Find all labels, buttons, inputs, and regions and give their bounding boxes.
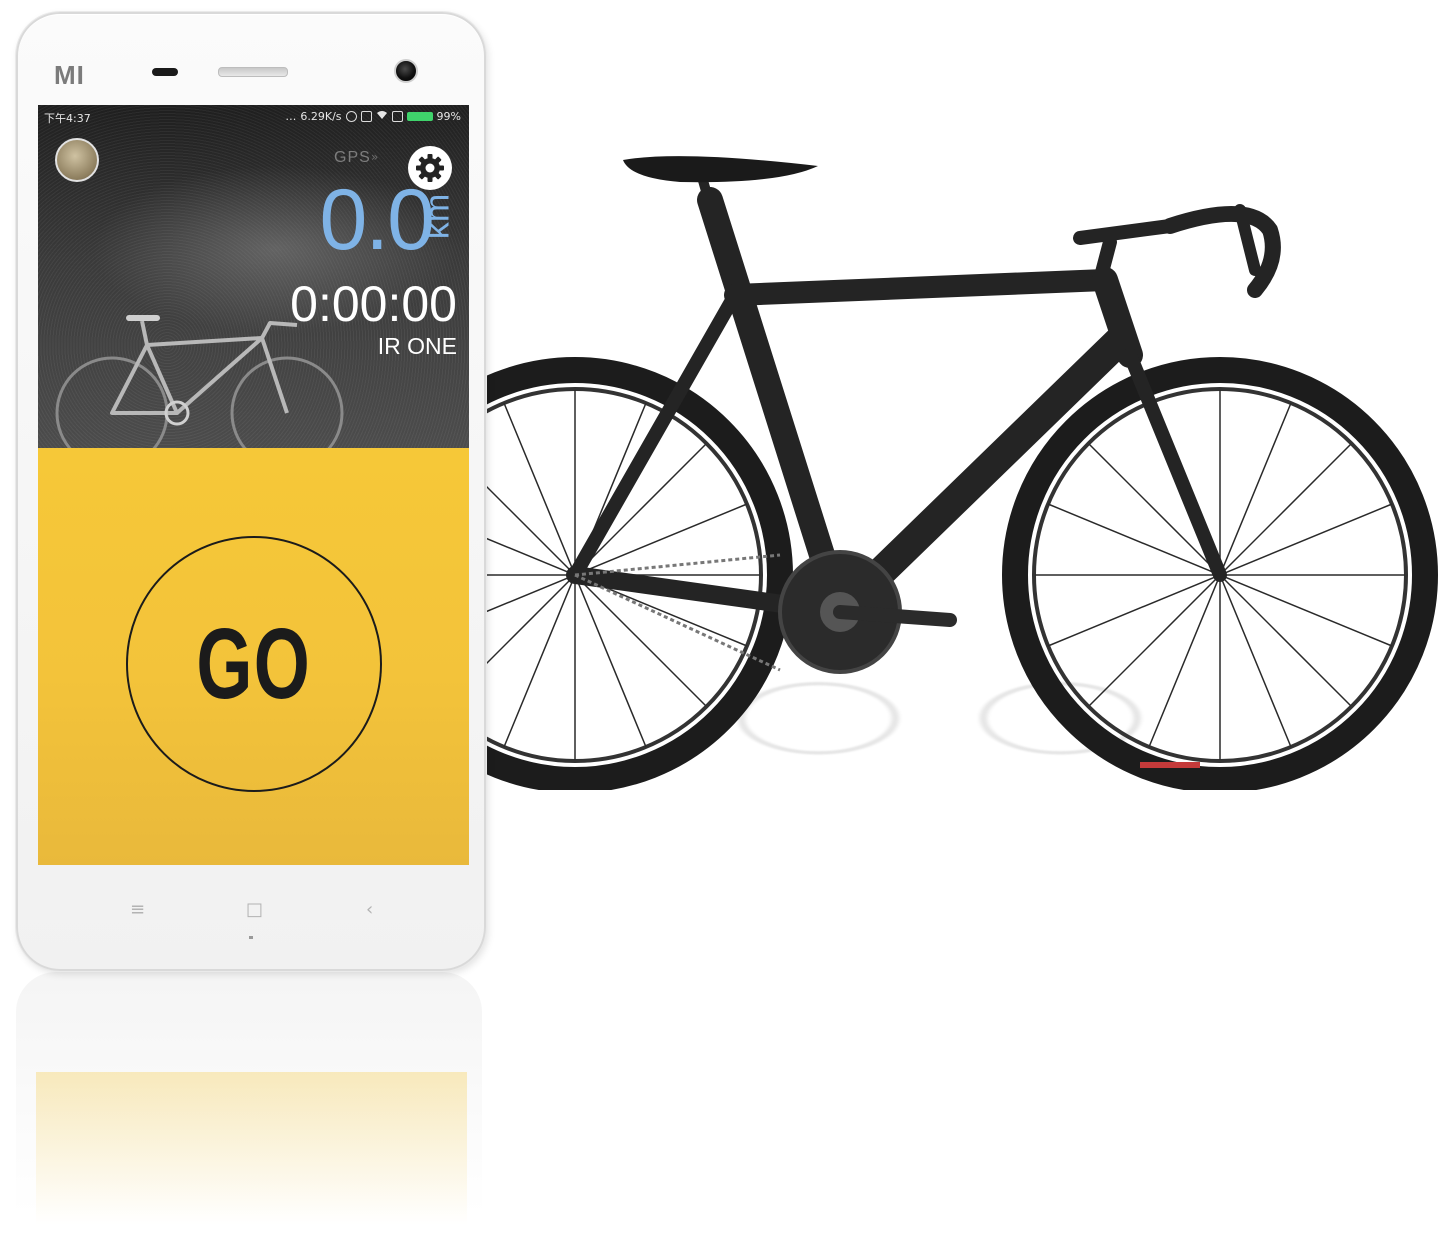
status-indicators: … 6.29K/s 99% xyxy=(285,110,461,123)
status-bar: 下午4:37 … 6.29K/s 99% xyxy=(38,105,469,129)
go-button[interactable]: GO xyxy=(126,536,382,792)
battery-icon xyxy=(406,112,433,121)
phone-reflection-screen xyxy=(36,1072,467,1242)
gps-status: GPS xyxy=(334,149,371,166)
brand-logo: MI xyxy=(54,60,85,90)
go-label: GO xyxy=(196,607,312,720)
sync-icon xyxy=(345,111,357,122)
ride-header-panel: 下午4:37 … 6.29K/s 99% GPS » 0.0 km 0:00:0… xyxy=(38,105,469,470)
wifi-icon xyxy=(376,110,388,123)
battery-percent: 99% xyxy=(436,110,461,123)
home-button[interactable]: □ xyxy=(246,899,263,920)
status-time: 下午4:37 xyxy=(44,112,91,125)
proximity-sensor xyxy=(152,68,178,76)
more-icon: … xyxy=(285,110,297,123)
phone-reflection xyxy=(16,972,482,1242)
front-camera xyxy=(394,59,418,83)
bike-frame xyxy=(566,165,1281,627)
network-speed: 6.29K/s xyxy=(300,110,342,123)
distance-unit: km xyxy=(418,193,457,240)
app-screen: 下午4:37 … 6.29K/s 99% GPS » 0.0 km 0:00:0… xyxy=(38,105,469,865)
earpiece-speaker xyxy=(218,67,288,77)
screen-bike-image xyxy=(55,315,344,470)
saddle xyxy=(623,156,818,183)
system-nav-bar: ≡ □ ‹ xyxy=(38,885,469,945)
road-bike-image xyxy=(480,156,1438,790)
sim-icon xyxy=(391,111,403,122)
chain xyxy=(574,553,781,672)
crankset xyxy=(778,550,957,674)
distance-value: 0.0 xyxy=(319,172,435,268)
gps-signal-icon: » xyxy=(371,150,379,164)
notification-led xyxy=(249,936,253,939)
back-button[interactable]: ‹ xyxy=(366,899,373,920)
silent-icon xyxy=(360,111,372,122)
bike-avatar-icon[interactable] xyxy=(55,138,99,182)
bike-name: IR ONE xyxy=(377,333,457,359)
phone-device: MI 下午4:37 … 6.29K/s 99% GPS » 0.0 km 0:0… xyxy=(16,12,486,971)
start-panel: GO xyxy=(38,448,469,865)
menu-button[interactable]: ≡ xyxy=(130,899,145,920)
